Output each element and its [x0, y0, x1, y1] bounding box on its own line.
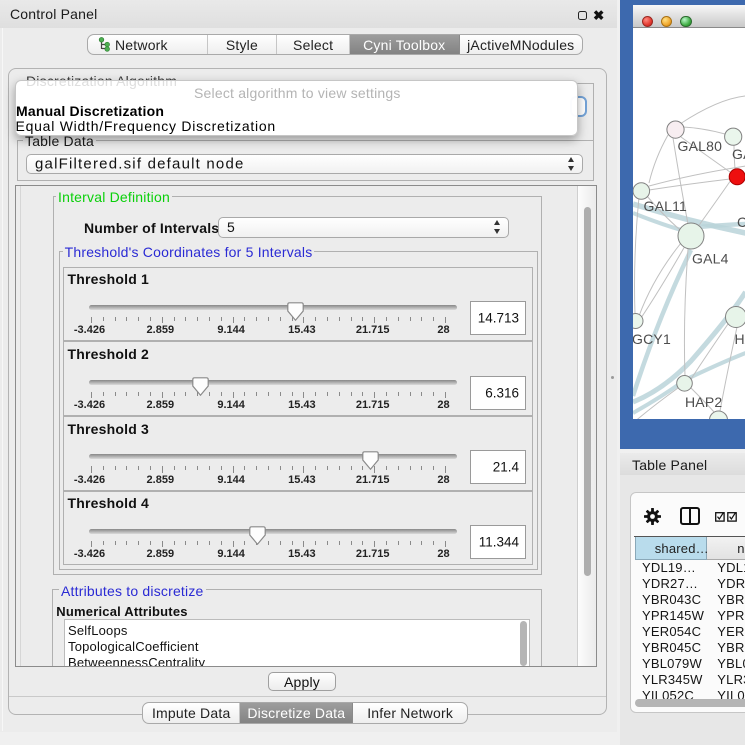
svg-text:GA: GA — [732, 146, 745, 162]
svg-text:GAL80: GAL80 — [677, 138, 722, 154]
svg-text:GAL4: GAL4 — [692, 251, 729, 267]
svg-text:HA: HA — [734, 331, 745, 347]
svg-text:GCY1: GCY1 — [633, 331, 671, 347]
svg-text:CR: CR — [737, 214, 745, 230]
svg-text:GAL11: GAL11 — [643, 198, 687, 214]
svg-text:HAP2: HAP2 — [685, 394, 722, 410]
